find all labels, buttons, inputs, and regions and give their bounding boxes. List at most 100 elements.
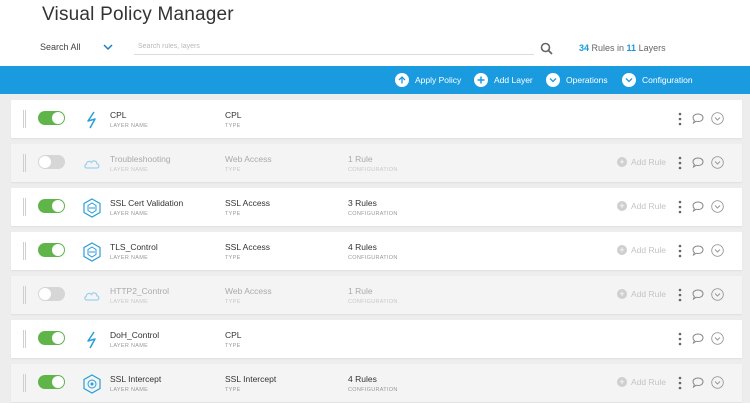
upload-arrow-icon [395, 73, 409, 87]
more-options-icon[interactable] [678, 200, 682, 214]
plus-icon: + [617, 377, 627, 387]
layer-row[interactable]: HTTP2_Control LAYER NAME Web Access TYPE… [11, 276, 742, 314]
layer-config: 3 Rules [348, 198, 377, 208]
cpl-bolt-icon [87, 331, 96, 349]
layer-config-label: CONFIGURATION [348, 387, 398, 393]
comment-icon[interactable] [692, 289, 704, 300]
layer-type-label: TYPE [225, 343, 241, 349]
layer-name: HTTP2_Control [110, 286, 170, 296]
add-rule-button[interactable]: + Add Rule [617, 157, 666, 167]
layer-row[interactable]: SSL Cert Validation LAYER NAME SSL Acces… [11, 188, 742, 226]
add-rule-label: Add Rule [631, 201, 666, 211]
expand-chevron-icon[interactable] [711, 376, 724, 389]
layer-config-label: CONFIGURATION [348, 211, 398, 217]
comment-icon[interactable] [692, 245, 704, 256]
expand-chevron-icon[interactable] [711, 112, 724, 125]
comment-icon[interactable] [692, 333, 704, 344]
expand-chevron-icon[interactable] [711, 288, 724, 301]
page-title: Visual Policy Manager [42, 4, 234, 25]
more-options-icon[interactable] [678, 332, 682, 346]
drag-handle[interactable] [23, 286, 26, 304]
toggle-knob [52, 332, 64, 344]
cpl-bolt-icon [87, 111, 96, 129]
layer-row[interactable]: SSL Intercept LAYER NAME SSL Intercept T… [11, 364, 742, 402]
layer-row[interactable]: Troubleshooting LAYER NAME Web Access TY… [11, 144, 742, 182]
toggle-knob [52, 112, 64, 124]
search-input[interactable] [134, 38, 534, 55]
add-rule-label: Add Rule [631, 157, 666, 167]
add-rule-button[interactable]: + Add Rule [617, 201, 666, 211]
layer-type: SSL Access [225, 198, 271, 208]
drag-handle[interactable] [23, 330, 26, 348]
layer-toggle[interactable] [38, 199, 65, 213]
drag-handle[interactable] [23, 198, 26, 216]
layer-name-label: LAYER NAME [110, 299, 149, 305]
more-options-icon[interactable] [678, 288, 682, 302]
add-rule-button[interactable]: + Add Rule [617, 245, 666, 255]
operations-menu-button[interactable]: Operations [546, 71, 608, 89]
layer-toggle[interactable] [38, 155, 65, 169]
plus-icon [474, 73, 488, 87]
more-options-icon[interactable] [678, 376, 682, 390]
comment-icon[interactable] [692, 377, 704, 388]
operations-label: Operations [566, 75, 608, 85]
chevron-down-icon [546, 73, 560, 87]
apply-policy-button[interactable]: Apply Policy [395, 71, 461, 89]
layer-row[interactable]: DoH_Control LAYER NAME CPL TYPE [11, 320, 742, 358]
search-icon[interactable] [540, 42, 553, 55]
layer-type: CPL [225, 330, 242, 340]
layer-type-label: TYPE [225, 211, 241, 217]
layers-label: Layers [636, 43, 666, 53]
add-rule-button[interactable]: + Add Rule [617, 377, 666, 387]
drag-handle[interactable] [23, 242, 26, 260]
layer-toggle[interactable] [38, 111, 65, 125]
plus-icon: + [617, 201, 627, 211]
app-header: Visual Policy Manager Search All 34 Rule… [0, 0, 750, 66]
layer-config-label: CONFIGURATION [348, 255, 398, 261]
layer-toggle[interactable] [38, 287, 65, 301]
drag-handle[interactable] [23, 110, 26, 128]
add-rule-label: Add Rule [631, 245, 666, 255]
layer-config-label: CONFIGURATION [348, 167, 398, 173]
layer-name: CPL [110, 110, 127, 120]
expand-chevron-icon[interactable] [711, 200, 724, 213]
layer-name-label: LAYER NAME [110, 255, 149, 261]
layer-name-label: LAYER NAME [110, 167, 149, 173]
layer-toggle[interactable] [38, 331, 65, 345]
layer-name: TLS_Control [110, 242, 158, 252]
layer-toggle[interactable] [38, 375, 65, 389]
add-rule-button[interactable]: + Add Rule [617, 289, 666, 299]
chevron-down-icon[interactable] [103, 43, 113, 51]
layer-config-label: CONFIGURATION [348, 299, 398, 305]
layer-row[interactable]: TLS_Control LAYER NAME SSL Access TYPE 4… [11, 232, 742, 270]
comment-icon[interactable] [692, 157, 704, 168]
configuration-menu-button[interactable]: Configuration [622, 71, 693, 89]
comment-icon[interactable] [692, 113, 704, 124]
action-toolbar: Apply Policy Add Layer Operations Config… [0, 66, 750, 94]
more-options-icon[interactable] [678, 156, 682, 170]
expand-chevron-icon[interactable] [711, 156, 724, 169]
drag-handle[interactable] [23, 374, 26, 392]
layer-config: 1 Rule [348, 154, 373, 164]
search-scope-dropdown[interactable]: Search All [40, 42, 81, 52]
configuration-label: Configuration [642, 75, 693, 85]
rules-summary: 34 Rules in 11 Layers [579, 43, 666, 53]
add-rule-label: Add Rule [631, 289, 666, 299]
layer-type-label: TYPE [225, 387, 241, 393]
layer-toggle[interactable] [38, 243, 65, 257]
drag-handle[interactable] [23, 154, 26, 172]
layer-row[interactable]: CPL LAYER NAME CPL TYPE [11, 100, 742, 138]
plus-icon: + [617, 289, 627, 299]
more-options-icon[interactable] [678, 244, 682, 258]
more-options-icon[interactable] [678, 112, 682, 126]
cloud-icon [84, 160, 100, 169]
add-layer-label: Add Layer [494, 75, 533, 85]
layer-config: 4 Rules [348, 242, 377, 252]
shield-hexagon-icon [83, 198, 101, 218]
plus-icon: + [617, 245, 627, 255]
expand-chevron-icon[interactable] [711, 332, 724, 345]
layer-type-label: TYPE [225, 299, 241, 305]
add-layer-button[interactable]: Add Layer [474, 71, 533, 89]
comment-icon[interactable] [692, 201, 704, 212]
expand-chevron-icon[interactable] [711, 244, 724, 257]
